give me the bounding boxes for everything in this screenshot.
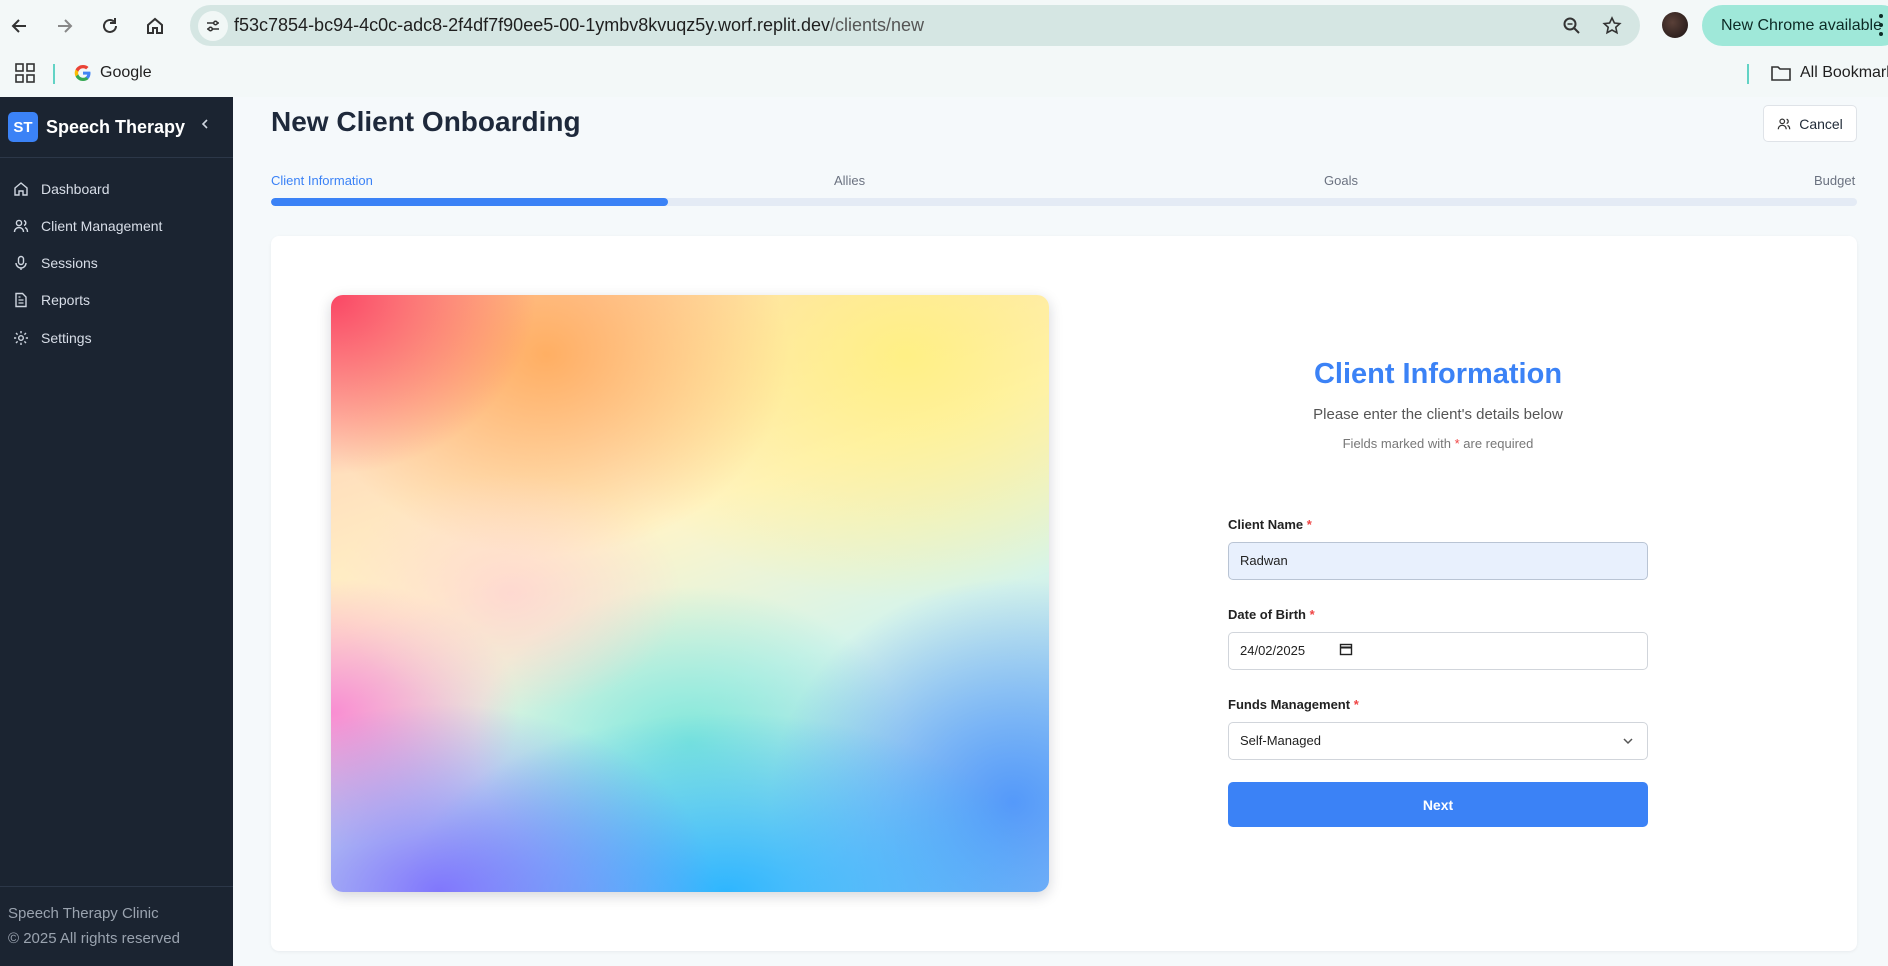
sidebar-divider	[0, 886, 233, 887]
bookmark-google-label: Google	[100, 64, 152, 81]
bookmarks-separator	[1747, 64, 1749, 84]
sidebar-item-label: Reports	[41, 292, 91, 308]
sidebar-item-settings[interactable]: Settings	[12, 323, 222, 353]
sidebar: ST Speech Therapy Dashboard Client Manag…	[0, 97, 233, 966]
reload-icon[interactable]	[94, 10, 126, 42]
users-icon	[1777, 117, 1791, 129]
bookmark-star-icon[interactable]	[1600, 14, 1624, 38]
brand-title: Speech Therapy	[46, 116, 186, 137]
step-budget[interactable]: Budget	[1814, 173, 1855, 188]
browser-toolbar: f53c7854-bc94-4c0c-adc8-2f4df7f90ee5-00-…	[0, 0, 1888, 52]
step-goals[interactable]: Goals	[1324, 173, 1358, 188]
brand-logo: ST	[8, 112, 38, 142]
profile-avatar[interactable]	[1662, 12, 1688, 38]
client-name-input[interactable]: Radwan	[1228, 542, 1648, 580]
brand[interactable]: ST Speech Therapy	[8, 112, 185, 142]
sidebar-item-client-management[interactable]: Client Management	[12, 211, 222, 241]
microphone-icon	[12, 254, 30, 272]
all-bookmarks-button[interactable]: All Bookmarks	[1770, 61, 1888, 85]
document-icon	[12, 291, 30, 309]
forward-icon[interactable]	[48, 10, 80, 42]
sidebar-item-label: Dashboard	[41, 181, 110, 197]
page-title: New Client Onboarding	[271, 106, 581, 137]
users-icon	[12, 217, 30, 235]
zoom-icon[interactable]	[1560, 14, 1584, 38]
address-bar[interactable]: f53c7854-bc94-4c0c-adc8-2f4df7f90ee5-00-…	[190, 5, 1640, 46]
progress-bar	[271, 198, 1857, 206]
step-client-information[interactable]: Client Information	[271, 173, 373, 188]
more-menu-icon[interactable]	[1876, 12, 1886, 38]
chevron-down-icon[interactable]	[1621, 734, 1635, 748]
form-title: Client Information	[1313, 358, 1563, 390]
apps-grid-icon[interactable]	[14, 62, 36, 84]
sidebar-item-label: Sessions	[41, 255, 98, 271]
next-button[interactable]: Next	[1228, 782, 1648, 827]
sidebar-item-sessions[interactable]: Sessions	[12, 248, 222, 278]
folder-icon	[1771, 66, 1791, 81]
chrome-update-button[interactable]: New Chrome available	[1702, 5, 1888, 46]
funds-management-select[interactable]: Self-Managed	[1228, 722, 1648, 760]
bookmarks-separator	[53, 64, 55, 84]
url-text: f53c7854-bc94-4c0c-adc8-2f4df7f90ee5-00-…	[234, 15, 925, 35]
bookmark-google[interactable]: Google	[74, 61, 152, 85]
step-allies[interactable]: Allies	[834, 173, 865, 188]
date-of-birth-input[interactable]: 24/02/2025	[1228, 632, 1648, 670]
decorative-gradient-image	[331, 295, 1049, 892]
date-of-birth-label: Date of Birth *	[1228, 607, 1315, 622]
form-subtitle: Please enter the client's details below	[1313, 406, 1563, 423]
gear-icon	[12, 329, 30, 347]
home-icon	[12, 180, 30, 198]
sidebar-divider	[0, 157, 233, 158]
clinic-name: Speech Therapy Clinic	[8, 905, 159, 922]
sidebar-item-reports[interactable]: Reports	[12, 285, 222, 315]
required-note: Fields marked with * are required	[1342, 436, 1534, 451]
calendar-icon[interactable]	[1339, 642, 1353, 656]
progress-fill	[271, 198, 668, 206]
sidebar-item-label: Settings	[41, 330, 92, 346]
client-name-label: Client Name *	[1228, 517, 1312, 532]
bookmarks-bar: Google All Bookmarks	[0, 52, 1888, 97]
collapse-sidebar-icon[interactable]	[196, 115, 214, 133]
cancel-button[interactable]: Cancel	[1763, 105, 1857, 142]
all-bookmarks-label: All Bookmarks	[1800, 64, 1888, 81]
home-icon[interactable]	[139, 10, 171, 42]
site-settings-icon[interactable]	[198, 11, 228, 41]
back-icon[interactable]	[4, 10, 36, 42]
funds-management-label: Funds Management *	[1228, 697, 1359, 712]
sidebar-item-dashboard[interactable]: Dashboard	[12, 174, 222, 204]
google-icon	[74, 65, 91, 81]
copyright: © 2025 All rights reserved	[8, 930, 180, 947]
cancel-label: Cancel	[1799, 115, 1843, 132]
sidebar-item-label: Client Management	[41, 218, 163, 234]
